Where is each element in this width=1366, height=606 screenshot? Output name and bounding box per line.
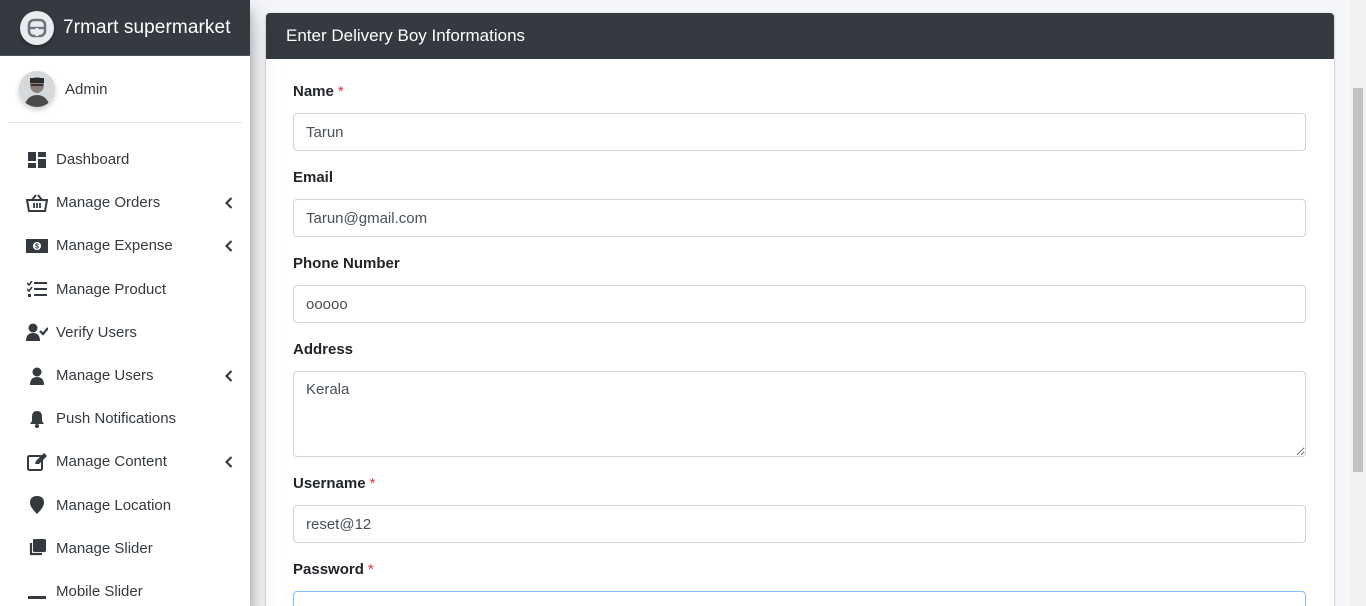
sidebar-item-manage-orders[interactable]: Manage Orders	[0, 181, 250, 224]
tasks-icon	[26, 279, 48, 299]
username-group: Username *	[293, 475, 1307, 543]
address-label: Address	[293, 341, 354, 358]
user-icon	[26, 366, 48, 386]
sidebar-item-push-notifications[interactable]: Push Notifications	[0, 397, 250, 440]
user-check-icon	[26, 322, 48, 342]
password-label: Password *	[293, 561, 374, 578]
chevron-left-icon[interactable]	[224, 455, 234, 469]
sidebar-item-dashboard[interactable]: Dashboard	[0, 138, 250, 181]
required-mark: *	[337, 83, 344, 100]
sidebar-item-manage-expense[interactable]: $ Manage Expense	[0, 224, 250, 267]
scrollbar-thumb[interactable]	[1353, 88, 1363, 472]
money-bill-icon: $	[26, 236, 48, 256]
clone-icon	[26, 538, 48, 558]
sidebar-item-manage-slider[interactable]: Manage Slider	[0, 527, 250, 570]
chevron-left-icon[interactable]	[224, 196, 234, 210]
sidebar-item-label: Manage Product	[56, 280, 167, 298]
address-textarea[interactable]: Kerala	[293, 371, 1306, 457]
address-group: Address Kerala	[293, 341, 1307, 457]
sidebar-item-label: Dashboard	[56, 151, 130, 169]
name-label: Name *	[293, 83, 344, 100]
sidebar-item-label: Manage Location	[56, 496, 172, 514]
required-mark: *	[369, 475, 376, 492]
username-label: Username *	[293, 475, 376, 492]
sidebar-item-label: Manage Orders	[56, 194, 161, 212]
password-group: Password *	[293, 561, 1307, 606]
sidebar-item-label: Mobile Slider	[56, 582, 143, 600]
sidebar-item-manage-product[interactable]: Manage Product	[0, 268, 250, 311]
brand-logo-icon	[20, 10, 54, 45]
sidebar-item-label: Manage Content	[56, 453, 167, 471]
edit-icon	[26, 452, 48, 472]
dashboard-icon	[26, 150, 48, 170]
minus-icon	[26, 581, 48, 601]
avatar[interactable]	[19, 71, 55, 107]
name-group: Name *	[293, 83, 1307, 151]
user-panel: Admin	[8, 56, 242, 123]
sidebar-item-label: Manage Expense	[56, 237, 173, 255]
sidebar-item-manage-users[interactable]: Manage Users	[0, 354, 250, 397]
bell-icon	[26, 409, 48, 429]
card-title: Enter Delivery Boy Informations	[286, 26, 526, 45]
brand-text: 7rmart supermarket	[63, 16, 231, 38]
name-input[interactable]	[293, 113, 1306, 151]
email-label: Email	[293, 169, 334, 186]
sidebar-item-verify-users[interactable]: Verify Users	[0, 311, 250, 354]
email-input[interactable]	[293, 199, 1306, 237]
sidebar-item-label: Push Notifications	[56, 410, 177, 428]
sidebar-item-manage-location[interactable]: Manage Location	[0, 484, 250, 527]
chevron-left-icon[interactable]	[224, 369, 234, 383]
svg-text:$: $	[35, 243, 39, 250]
basket-icon	[26, 193, 48, 213]
delivery-boy-form-card: Enter Delivery Boy Informations Name* Em…	[266, 13, 1334, 606]
brand-link[interactable]: 7rmart supermarket	[0, 0, 250, 56]
scrollbar-track[interactable]	[1351, 0, 1366, 606]
sidebar-item-mobile-slider[interactable]: Mobile Slider	[0, 570, 250, 606]
sidebar-item-label: Manage Users	[56, 367, 154, 385]
phone-group: Phone Number	[293, 255, 1307, 323]
card-header: Enter Delivery Boy Informations	[266, 13, 1334, 59]
username-input[interactable]	[293, 505, 1306, 543]
chevron-left-icon[interactable]	[224, 239, 234, 253]
sidebar: 7rmart supermarket Admin Dashboard Manag	[0, 0, 250, 606]
sidebar-item-label: Verify Users	[56, 323, 137, 341]
sidebar-nav: Dashboard Manage Orders $ Manage Expense	[0, 123, 250, 606]
password-input[interactable]	[293, 591, 1306, 606]
email-group: Email	[293, 169, 1307, 237]
required-mark: *	[367, 561, 374, 578]
phone-input[interactable]	[293, 285, 1306, 323]
map-marker-icon	[26, 495, 48, 515]
sidebar-item-manage-content[interactable]: Manage Content	[0, 440, 250, 483]
user-name[interactable]: Admin	[65, 81, 108, 98]
card-body: Name* Email Phone Number Address Kerala …	[266, 59, 1334, 606]
sidebar-item-label: Manage Slider	[56, 539, 153, 557]
phone-label: Phone Number	[293, 255, 400, 272]
